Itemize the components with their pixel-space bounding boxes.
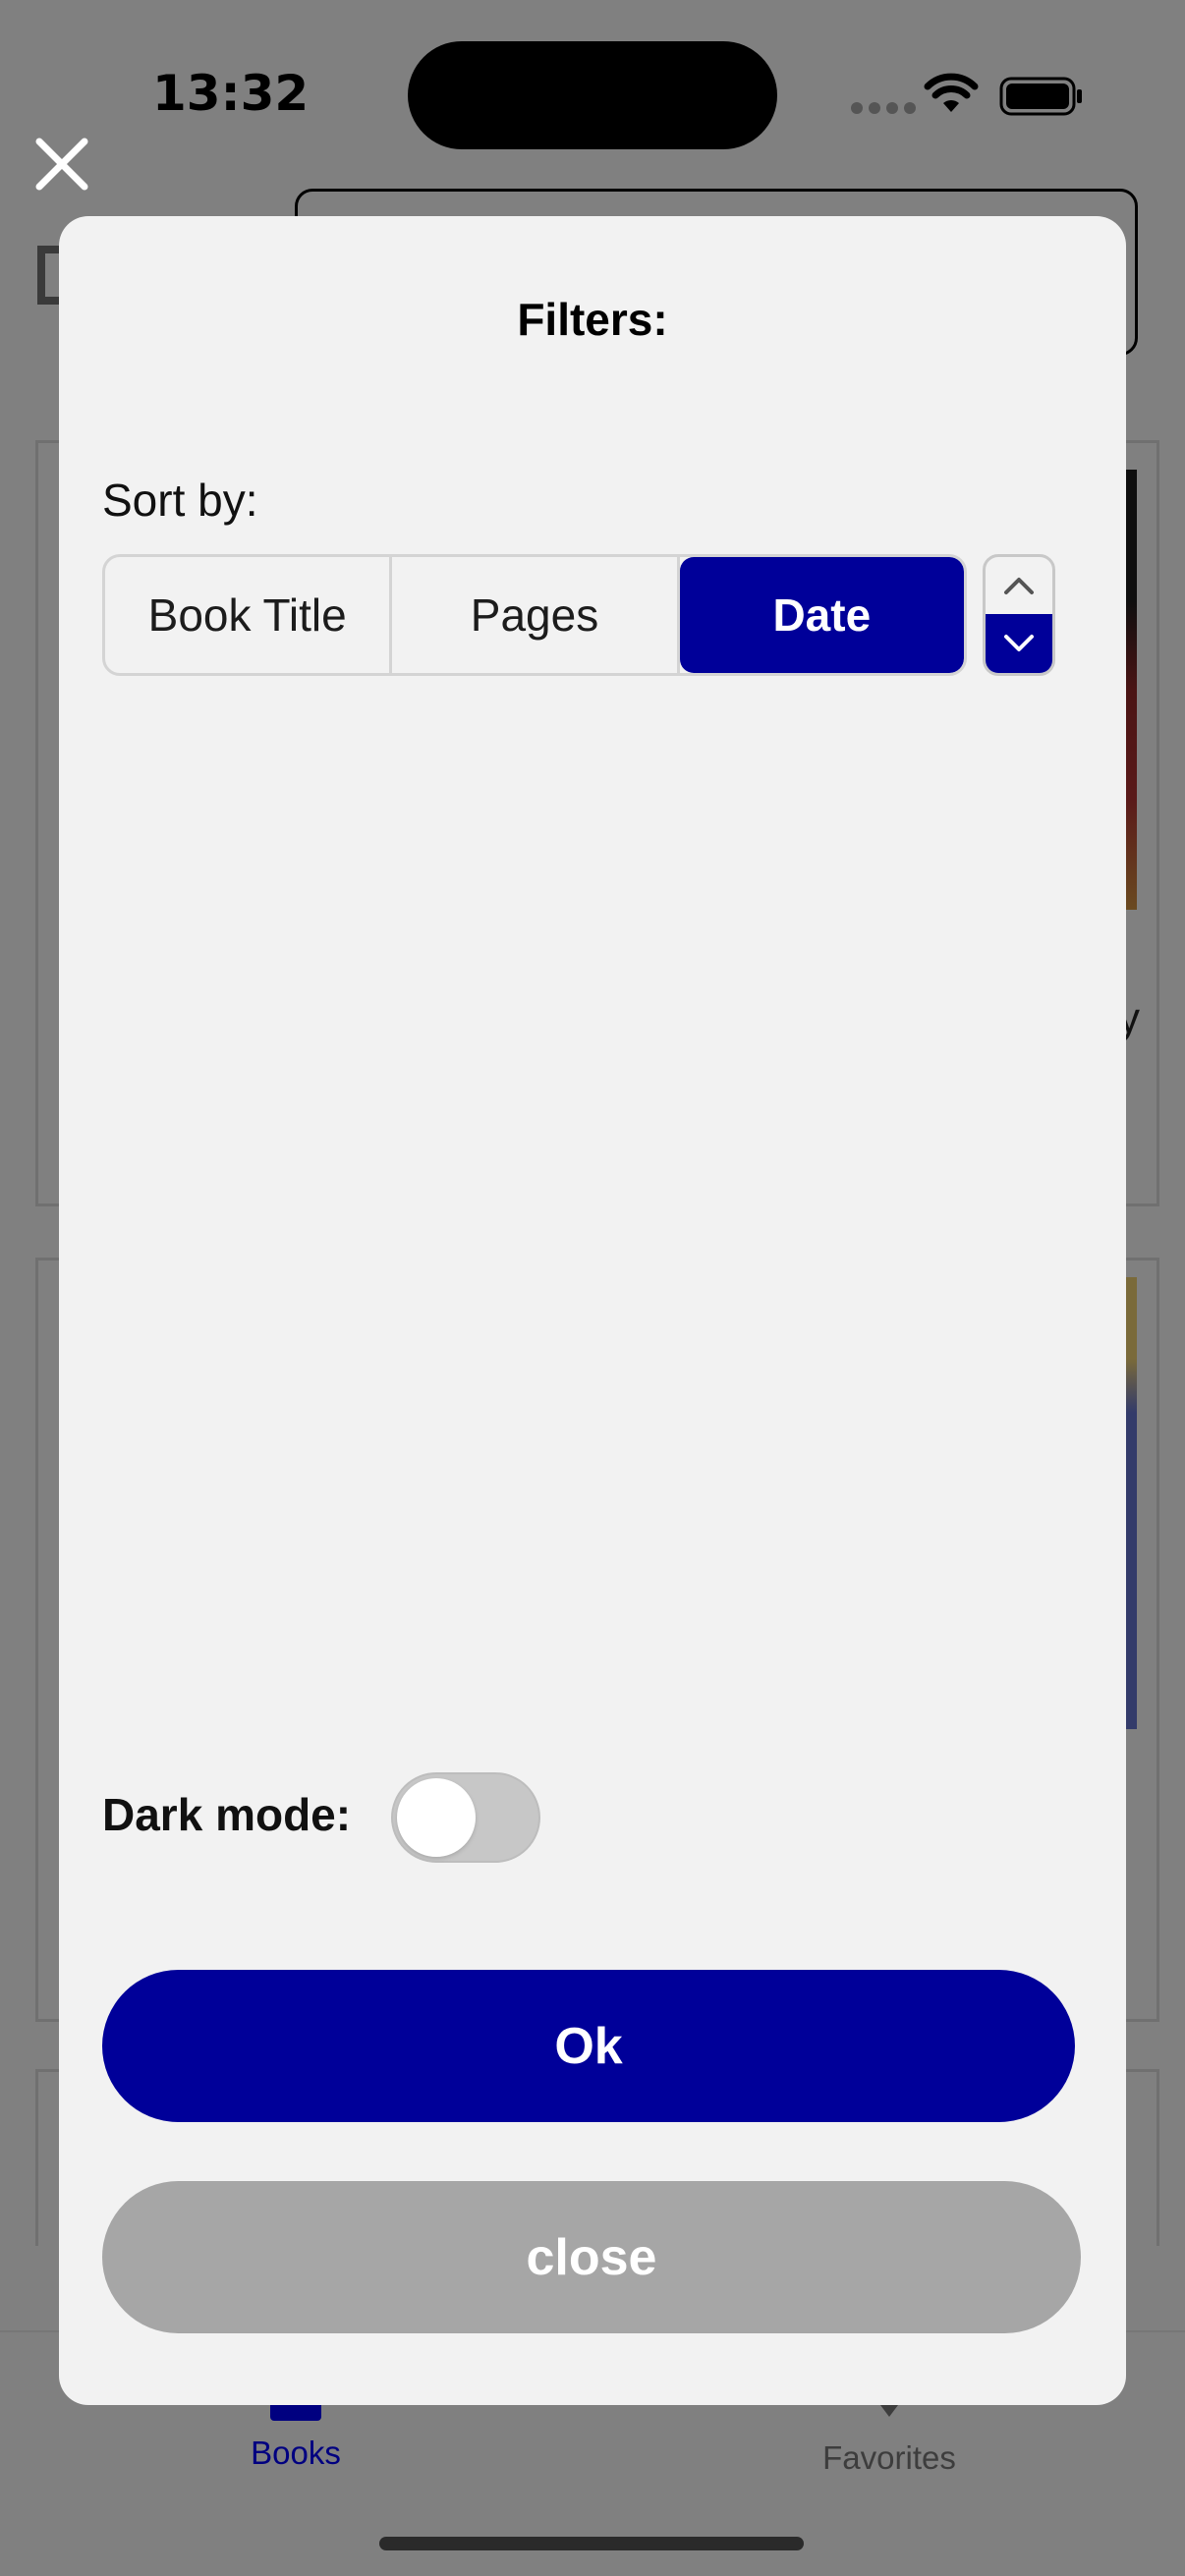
wifi-icon — [924, 73, 979, 112]
battery-icon — [999, 77, 1082, 116]
sort-option-book-title[interactable]: Book Title — [105, 557, 393, 673]
dynamic-island — [408, 41, 777, 149]
background-book-cover — [1125, 1277, 1137, 1729]
cellular-signal-icon — [851, 102, 916, 114]
tab-books-label: Books — [251, 2435, 341, 2471]
filters-modal: Filters: Sort by: Book Title Pages Date … — [59, 216, 1126, 2405]
background-book-cover — [1125, 470, 1137, 910]
chevron-up-icon — [1004, 578, 1034, 594]
chevron-down-icon — [1004, 635, 1034, 651]
sort-order-toggle — [983, 554, 1055, 676]
switch-knob — [397, 1778, 476, 1857]
sort-by-label: Sort by: — [102, 475, 258, 526]
dark-mode-label: Dark mode: — [102, 1789, 352, 1840]
tab-books[interactable]: Books — [197, 2397, 395, 2472]
home-indicator — [379, 2537, 804, 2550]
close-button[interactable]: close — [102, 2181, 1081, 2333]
tab-favorites[interactable]: Favorites — [786, 2397, 992, 2477]
sort-option-pages[interactable]: Pages — [392, 557, 680, 673]
sort-descending-button[interactable] — [986, 614, 1052, 673]
sort-ascending-button[interactable] — [986, 557, 1052, 614]
status-time: 13:32 — [152, 65, 310, 122]
close-icon[interactable] — [33, 136, 90, 193]
tab-favorites-label: Favorites — [822, 2439, 956, 2476]
modal-title: Filters: — [517, 294, 668, 345]
dark-mode-switch[interactable] — [391, 1772, 540, 1863]
sort-segmented-control: Book Title Pages Date — [102, 554, 967, 676]
sort-option-date[interactable]: Date — [679, 557, 964, 673]
ok-button[interactable]: Ok — [102, 1970, 1075, 2122]
